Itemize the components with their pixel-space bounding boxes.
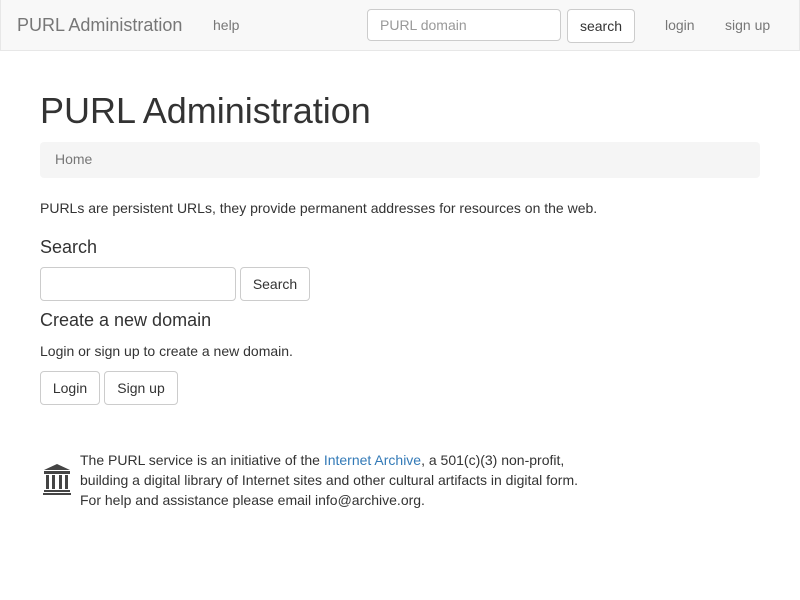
nav-signup-link[interactable]: sign up [725, 17, 770, 33]
footer-line-1: The PURL service is an initiative of the… [80, 450, 578, 470]
signup-button[interactable]: Sign up [104, 371, 178, 405]
footer-line-2: building a digital library of Internet s… [80, 472, 579, 488]
navbar-search-input[interactable] [367, 9, 561, 41]
internet-archive-link[interactable]: Internet Archive [324, 452, 421, 468]
footer-line-1-suffix: , a 501(c)(3) non-profit, [421, 452, 565, 468]
search-button[interactable]: Search [240, 267, 310, 301]
breadcrumb: Home [40, 142, 760, 178]
search-heading: Search [40, 237, 98, 257]
breadcrumb-home: Home [55, 151, 93, 167]
footer-line-3: For help and assistance please email inf… [80, 492, 425, 508]
footer-text: The PURL service is an initiative of the… [80, 450, 578, 510]
navbar: PURL Administration help search login si… [0, 0, 800, 51]
login-button[interactable]: Login [40, 371, 100, 405]
navbar-brand[interactable]: PURL Administration [17, 15, 182, 36]
archive-building-icon [43, 464, 71, 495]
create-domain-heading: Create a new domain [40, 310, 212, 330]
navbar-search-button[interactable]: search [567, 9, 635, 43]
intro-text: PURLs are persistent URLs, they provide … [40, 200, 598, 216]
nav-login-link[interactable]: login [665, 17, 695, 33]
page-title: PURL Administration [40, 90, 371, 131]
create-domain-text: Login or sign up to create a new domain. [40, 343, 293, 359]
search-input[interactable] [40, 267, 236, 301]
nav-help-link[interactable]: help [213, 17, 239, 33]
footer-line-1-prefix: The PURL service is an initiative of the [80, 452, 324, 468]
